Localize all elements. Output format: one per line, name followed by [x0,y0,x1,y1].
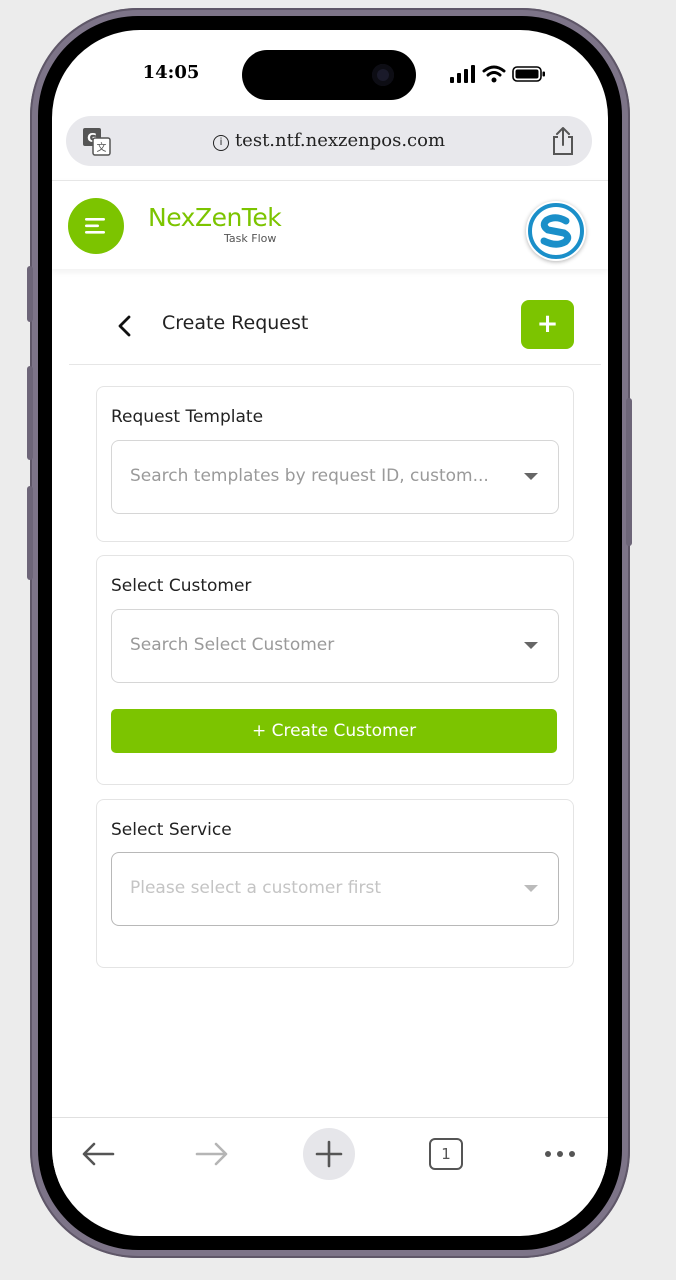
select-service-label: Select Service [111,820,232,840]
avatar-logo-icon [528,203,584,259]
logo-text: NexZenTek [148,203,282,232]
camera-icon [372,64,394,86]
battery-icon [512,66,545,82]
select-service-select[interactable]: Please select a customer first [111,852,559,926]
browser-url-bar[interactable]: G 文 i test.ntf.nexzenpos.com [66,116,592,166]
signal-icon [450,65,475,83]
menu-button[interactable] [68,198,124,254]
info-icon: i [212,135,229,151]
browser-forward-button[interactable] [186,1128,238,1180]
avatar[interactable] [526,201,586,261]
select-service-card: Select Service Please select a customer … [96,799,574,968]
url-display[interactable]: i test.ntf.nexzenpos.com [66,130,592,151]
arrow-left-icon [82,1142,115,1166]
request-template-placeholder: Search templates by request ID, custom..… [130,466,489,486]
wifi-icon [482,65,506,83]
chevron-down-icon [524,473,538,480]
phone-volume-up-button [27,366,33,460]
share-icon[interactable] [550,126,576,156]
browser-toolbar: 1 [52,1117,608,1188]
status-icons [450,64,546,84]
chevron-down-icon [524,885,538,892]
url-text: test.ntf.nexzenpos.com [234,130,446,151]
browser-back-button[interactable] [72,1128,124,1180]
create-customer-button[interactable]: + Create Customer [111,709,557,753]
dynamic-island [242,50,416,100]
select-customer-select[interactable]: Search Select Customer [111,609,559,683]
plus-icon [315,1140,343,1168]
phone-power-button [626,398,632,546]
select-customer-card: Select Customer Search Select Customer +… [96,555,574,785]
more-dots-icon [545,1151,575,1157]
logo-subtitle: Task Flow [224,232,277,245]
phone-screen: 14:05 G 文 i test.ntf.nexzenpos.com NexZe… [52,30,608,1236]
tabs-button[interactable]: 1 [420,1128,472,1180]
phone-volume-down-button [27,486,33,580]
app-header: NexZenTek Task Flow [52,180,608,269]
phone-action-button [27,266,33,322]
chevron-down-icon [524,642,538,649]
page-title: Create Request [162,312,309,334]
select-service-placeholder: Please select a customer first [130,878,381,898]
back-chevron-icon[interactable] [113,312,137,340]
add-button[interactable]: + [521,300,574,349]
tab-count: 1 [429,1138,463,1170]
menu-icon [85,218,105,234]
request-template-card: Request Template Search templates by req… [96,386,574,542]
select-customer-label: Select Customer [111,576,252,596]
status-time: 14:05 [142,62,200,83]
more-options-button[interactable] [534,1128,586,1180]
request-template-select[interactable]: Search templates by request ID, custom..… [111,440,559,514]
arrow-right-icon [195,1142,228,1166]
page-header: Create Request + [69,292,601,365]
request-template-label: Request Template [111,407,264,427]
new-tab-button[interactable] [303,1128,355,1180]
select-customer-placeholder: Search Select Customer [130,635,335,655]
